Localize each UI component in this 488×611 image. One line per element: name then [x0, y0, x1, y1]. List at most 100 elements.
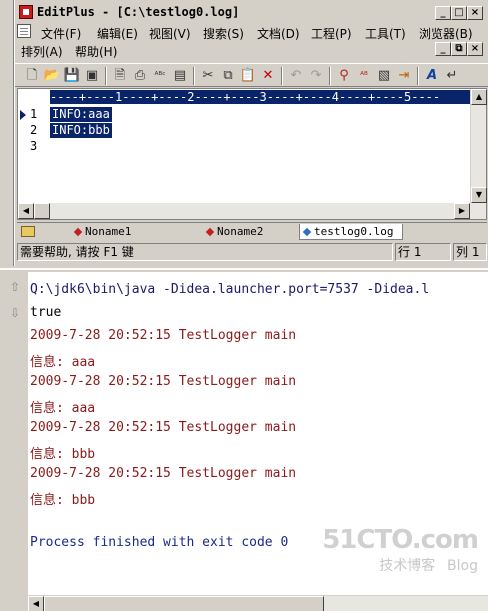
- tab-label: Noname1: [85, 225, 132, 238]
- cut-icon[interactable]: ✂: [199, 67, 217, 85]
- replace-icon[interactable]: ᴬᴮ: [355, 67, 373, 85]
- close-button[interactable]: ×: [467, 6, 483, 20]
- word-wrap-icon[interactable]: ↵: [443, 67, 461, 85]
- code-line-selected[interactable]: INFO:aaa: [50, 107, 112, 122]
- print-icon[interactable]: ⎙: [131, 67, 149, 85]
- column-ruler: ----+----1----+----2----+----3----+----4…: [50, 90, 470, 104]
- menu-project[interactable]: 工程(P): [311, 25, 352, 42]
- scroll-left-icon[interactable]: ◀: [18, 203, 34, 219]
- menu-bar: 文件(F) 编辑(E) 视图(V) 搜索(S) 文档(D) 工程(P) 工具(T…: [15, 22, 488, 62]
- status-col: 列 1: [453, 243, 487, 261]
- scroll-up-arrow-icon[interactable]: ⇧: [8, 280, 22, 294]
- status-help-text: 需要帮助, 请按 F1 键: [17, 243, 393, 261]
- document-icon: [17, 24, 31, 38]
- watermark-blog: Blog: [447, 558, 478, 574]
- title-bar[interactable]: EditPlus - [C:\testlog0.log] _ □ ×: [15, 2, 488, 22]
- browser-view-icon[interactable]: ▤: [171, 67, 189, 85]
- line-gutter: 1 2 3: [18, 105, 50, 205]
- open-folder-icon[interactable]: 📂: [43, 67, 61, 85]
- console-line: 2009-7-28 20:52:15 TestLogger main: [30, 466, 297, 481]
- toolbar-separator: [281, 67, 283, 85]
- font-icon[interactable]: A: [423, 67, 441, 85]
- maximize-button[interactable]: □: [451, 6, 467, 20]
- left-strip: [0, 0, 14, 266]
- console-line: Process finished with exit code 0: [30, 535, 289, 550]
- file-icon: [302, 227, 312, 237]
- watermark-sub-row: 技术博客 Blog: [322, 555, 478, 575]
- menu-search[interactable]: 搜索(S): [203, 25, 244, 42]
- save-all-icon[interactable]: ▣: [83, 67, 101, 85]
- console-horizontal-scrollbar[interactable]: ◀: [28, 595, 488, 611]
- scroll-thumb[interactable]: [34, 203, 50, 219]
- file-tab-bar: Noname1 Noname2 testlog0.log: [17, 222, 487, 240]
- console-line: 信息: bbb: [30, 493, 96, 508]
- tab-label: testlog0.log: [314, 225, 394, 238]
- paste-icon[interactable]: 📋: [239, 67, 257, 85]
- console-line: 2009-7-28 20:52:15 TestLogger main: [30, 420, 297, 435]
- line-number: 3: [30, 139, 38, 153]
- save-icon[interactable]: 💾: [63, 67, 81, 85]
- editor-pane[interactable]: ----+----1----+----2----+----3----+----4…: [17, 88, 487, 220]
- console-line: true: [30, 305, 62, 320]
- tab-label: Noname2: [217, 225, 264, 238]
- scroll-down-arrow-icon[interactable]: ⇩: [8, 306, 22, 320]
- menu-browser[interactable]: 浏览器(B): [419, 25, 473, 42]
- scroll-down-icon[interactable]: ▼: [471, 187, 487, 203]
- editor-vertical-scrollbar[interactable]: ▲ ▼: [470, 89, 487, 203]
- delete-icon[interactable]: ✕: [259, 67, 277, 85]
- console-line: 2009-7-28 20:52:15 TestLogger main: [30, 374, 297, 389]
- redo-icon[interactable]: ↷: [307, 67, 325, 85]
- minimize-button[interactable]: _: [435, 6, 451, 20]
- file-modified-icon: [205, 227, 215, 237]
- folder-icon[interactable]: [21, 226, 35, 237]
- menu-help[interactable]: 帮助(H): [75, 43, 117, 60]
- scroll-up-icon[interactable]: ▲: [471, 89, 487, 105]
- doc-minimize-button[interactable]: _: [435, 42, 451, 56]
- status-row: 行 1: [395, 243, 451, 261]
- menu-view[interactable]: 视图(V): [149, 25, 191, 42]
- new-file-icon[interactable]: 🗋: [23, 67, 41, 85]
- tab-testlog0[interactable]: testlog0.log: [299, 224, 403, 240]
- print-preview-icon[interactable]: 🗎: [111, 67, 129, 85]
- code-line-selected[interactable]: INFO:bbb: [50, 123, 112, 138]
- goto-icon[interactable]: ⇥: [395, 67, 413, 85]
- paste-special-icon[interactable]: ▧: [375, 67, 393, 85]
- console-line: 2009-7-28 20:52:15 TestLogger main: [30, 328, 297, 343]
- find-icon[interactable]: ⚲: [335, 67, 353, 85]
- doc-restore-button[interactable]: ⧉: [451, 42, 467, 56]
- tab-noname1[interactable]: Noname1: [71, 224, 131, 240]
- menu-file[interactable]: 文件(F): [41, 25, 81, 42]
- menu-arrange[interactable]: 排列(A): [21, 43, 63, 60]
- toolbar-separator: [193, 67, 195, 85]
- line-number: 2: [30, 123, 38, 137]
- tab-noname2[interactable]: Noname2: [203, 224, 263, 240]
- toolbar-separator: [329, 67, 331, 85]
- doc-close-button[interactable]: ×: [467, 42, 483, 56]
- watermark-brand: 51CTO.com: [322, 525, 479, 555]
- scroll-left-icon[interactable]: ◀: [28, 596, 44, 611]
- undo-icon[interactable]: ↶: [287, 67, 305, 85]
- toolbar: 🗋 📂 💾 ▣ 🗎 ⎙ ᴬᴮᶜ ▤ ✂ ⧉ 📋 ✕ ↶ ↷ ⚲ ᴬᴮ ▧ ⇥ A…: [15, 63, 488, 87]
- editplus-app-icon: [19, 5, 33, 19]
- window-title: EditPlus - [C:\testlog0.log]: [37, 5, 240, 19]
- scroll-thumb[interactable]: [44, 596, 324, 611]
- console-line: 信息: aaa: [30, 355, 96, 370]
- watermark-sub: 技术博客: [379, 558, 436, 574]
- current-line-marker-icon: [20, 110, 26, 120]
- editor-horizontal-scrollbar[interactable]: ◀ ▶: [18, 203, 486, 219]
- menu-document[interactable]: 文档(D): [257, 25, 300, 42]
- console-line: Q:\jdk6\bin\java -Didea.launcher.port=75…: [30, 282, 430, 297]
- console-side-toolbar: ⇧ ⇩: [0, 270, 28, 611]
- file-modified-icon: [73, 227, 83, 237]
- copy-icon[interactable]: ⧉: [219, 67, 237, 85]
- watermark: 51CTO.com 技术博客 Blog: [322, 525, 479, 575]
- console-line: 信息: bbb: [30, 447, 96, 462]
- console-line: 信息: aaa: [30, 401, 96, 416]
- menu-tools[interactable]: 工具(T): [365, 25, 406, 42]
- status-bar: 需要帮助, 请按 F1 键 行 1 列 1: [15, 242, 488, 262]
- spellcheck-icon[interactable]: ᴬᴮᶜ: [151, 67, 169, 85]
- scroll-right-icon[interactable]: ▶: [454, 203, 470, 219]
- menu-edit[interactable]: 编辑(E): [97, 25, 138, 42]
- console-output[interactable]: Q:\jdk6\bin\java -Didea.launcher.port=75…: [28, 272, 488, 595]
- line-number: 1: [30, 107, 38, 121]
